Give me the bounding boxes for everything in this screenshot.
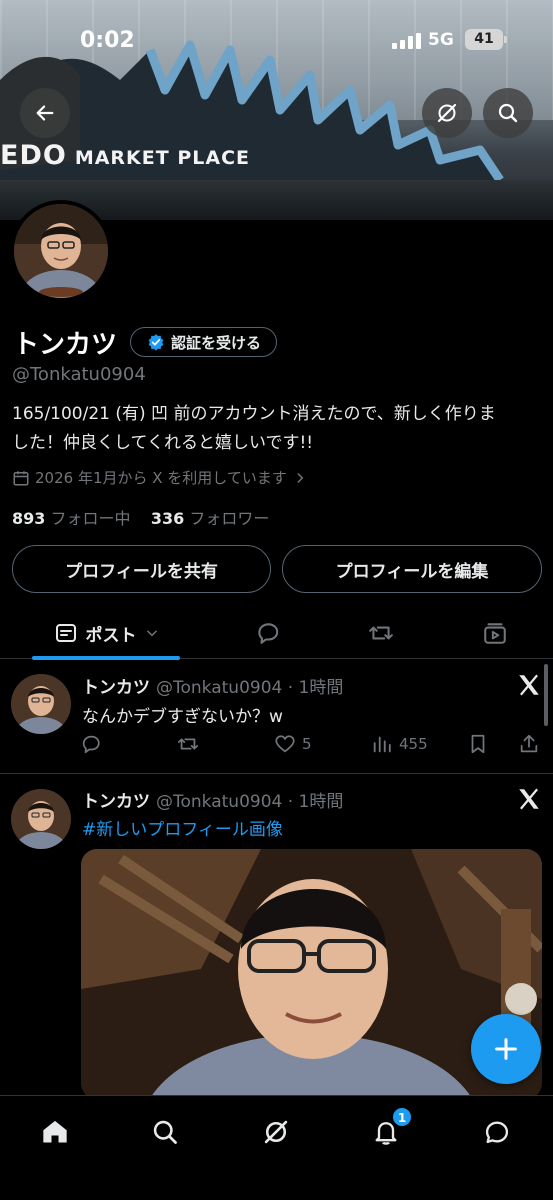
post-header: トンカツ @Tonkatu0904 · 1時間 [82,673,343,698]
back-button[interactable] [20,88,70,138]
followers-count: 336 [150,509,185,528]
post-avatar-photo [11,674,71,734]
profile-avatar[interactable] [10,200,112,302]
edit-profile-button[interactable]: プロフィールを編集 [282,545,542,593]
retweet-icon [369,626,393,640]
tab-reposts[interactable] [353,607,409,659]
search-button[interactable] [483,88,533,138]
followers-label: フォロワー [189,509,270,528]
share-profile-button[interactable]: プロフィールを共有 [12,545,271,593]
views-button[interactable]: 455 [371,733,428,755]
grok-icon [437,103,457,123]
follow-stats: 893 フォロー中 336 フォロワー [12,505,269,529]
network-type: 5G [428,30,454,50]
bookmark-icon [471,734,485,754]
status-bar: 0:02 5G 41 [0,24,553,60]
get-verified-button[interactable]: 認証を受ける [130,327,277,357]
grok-icon [264,1120,288,1144]
get-verified-label: 認証を受ける [171,333,262,352]
status-time: 0:02 [80,28,135,53]
reply-icon [82,735,100,754]
profile-handle: @Tonkatu0904 [12,364,146,385]
reply-icon [258,623,279,644]
bio-line-1: 165/100/21 (有) 凹 前のアカウント消えたので、新しく作りま [12,404,496,424]
bookmark-button[interactable] [467,733,489,755]
grok-button[interactable] [422,88,472,138]
views-count: 455 [399,735,428,753]
profile-bio: 165/100/21 (有) 凹 前のアカウント消えたので、新しく作りま した！… [12,400,547,458]
notification-badge: 1 [392,1107,412,1127]
share-icon [520,734,538,753]
joined-date[interactable]: 2026 年1月から X を利用しています [12,467,307,488]
signal-icon [392,33,421,49]
battery-indicator: 41 [465,29,507,50]
compose-post-button[interactable] [471,1014,541,1084]
post-header: トンカツ @Tonkatu0904 · 1時間 [82,787,343,812]
share-button[interactable] [518,733,540,755]
home-icon [43,1120,67,1143]
bio-line-2: した！仲良くしてくれると嬉しいです!! [12,433,314,453]
post-author-name[interactable]: トンカツ [82,678,150,698]
post-avatar[interactable] [11,789,71,849]
verified-check-icon [148,334,164,351]
following-link[interactable]: 893 フォロー中 [12,509,131,528]
profile-name: トンカツ [13,330,118,360]
tab-posts[interactable]: ポスト [32,607,180,659]
tab-replies[interactable] [240,607,296,659]
post-author-name[interactable]: トンカツ [82,792,150,812]
x-logo-icon [519,674,539,696]
media-icon [484,623,506,644]
post-avatar[interactable] [11,674,71,734]
messages-icon [485,1121,509,1144]
banner-sign: EDO MARKET PLACE [0,140,250,171]
nav-search[interactable] [145,1112,185,1152]
followers-link[interactable]: 336 フォロワー [151,509,270,528]
tab-media[interactable] [467,607,523,659]
banner-sign-main: EDO [0,140,67,171]
post-hashtag[interactable]: #新しいプロフィール画像 [82,815,283,840]
calendar-icon [13,470,29,485]
profile-tabs: ポスト [0,607,553,660]
views-icon [373,736,391,753]
nav-grok[interactable] [256,1112,296,1152]
post-actions: 5 455 [80,733,545,757]
following-count: 893 [12,509,46,528]
tab-posts-label: ポスト [85,625,137,646]
joined-text: 2026 年1月から X を利用しています [35,469,287,487]
following-label: フォロー中 [50,509,131,528]
post-meta: @Tonkatu0904 · 1時間 [156,678,344,698]
avatar-photo [14,204,108,298]
post-icon [55,624,76,642]
heart-icon [275,735,295,753]
chevron-right-icon [297,472,304,483]
like-count: 5 [302,735,312,753]
chevron-down-icon [146,630,157,637]
post-meta: @Tonkatu0904 · 1時間 [156,792,344,812]
retweet-icon [177,738,199,750]
repost-button[interactable] [176,733,200,755]
x-logo-icon [519,788,539,810]
search-icon [498,103,518,123]
like-button[interactable]: 5 [274,733,312,755]
banner-sign-sub: MARKET PLACE [74,147,250,169]
nav-messages[interactable] [477,1112,517,1152]
back-arrow-icon [36,105,54,121]
bottom-navigation: 1 [0,1095,553,1200]
nav-home[interactable] [35,1112,75,1152]
post-avatar-photo [11,789,71,849]
search-icon [153,1120,177,1144]
scrollbar[interactable] [544,664,548,726]
plus-icon [495,1038,517,1060]
post-text: なんかデブすぎないか？w [82,707,283,727]
reply-button[interactable] [80,733,102,755]
